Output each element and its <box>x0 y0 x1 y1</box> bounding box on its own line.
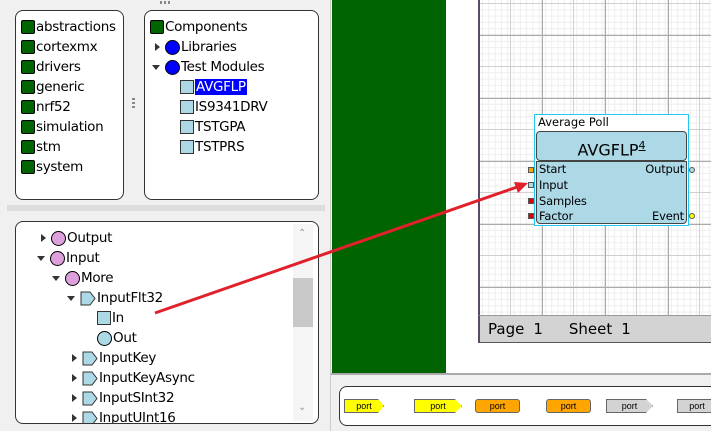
wire-line <box>154 184 521 315</box>
drag-wire-arrow <box>154 182 528 315</box>
arrowhead-icon <box>514 182 528 193</box>
